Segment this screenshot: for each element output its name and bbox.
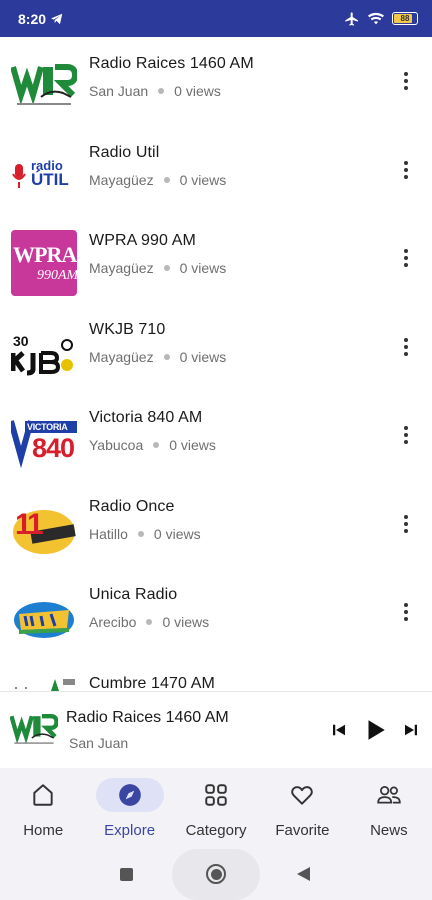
nav-favorite-label: Favorite [275,822,330,839]
station-views: 0 views [153,525,201,542]
people-icon [377,786,401,804]
station-name: Unica Radio [89,586,178,603]
nav-home-label: Home [23,822,64,839]
station-location: Mayagüez [89,348,154,365]
nav-favorite[interactable]: Favorite [259,768,345,849]
separator-dot [163,265,170,271]
station-views: 0 views [174,83,221,99]
station-location: Yabucoa [89,437,144,453]
radio-util-logo: radio ÚTIL [11,141,77,208]
victoria-logo-main: 840 [32,433,75,463]
victoria-logo-top: VICTORIA [27,422,68,432]
nav-explore-label: Explore [104,822,156,839]
radio-once-logo: 11 [11,495,77,562]
skip-previous-icon[interactable] [330,721,348,739]
recents-icon[interactable] [120,868,133,881]
station-location: Mayagüez [89,260,154,276]
station-row[interactable]: Unica Radio Arecibo 0 views [0,568,432,657]
now-playing-title: Radio Raices 1460 AM [66,709,229,726]
compass-icon [118,784,141,806]
more-options-icon[interactable] [400,512,412,536]
nav-category-label: Category [185,822,247,839]
station-name: Radio Util [89,143,160,161]
more-options-icon[interactable] [400,69,412,93]
wifi-icon [368,12,384,24]
station-views: 0 views [179,171,227,188]
nav-explore[interactable]: Explore [86,768,172,849]
more-options-icon[interactable] [400,246,412,270]
station-row[interactable]: 30 WKJB 710 Mayagüez 0 views [0,303,432,392]
nav-home[interactable]: Home [0,768,86,849]
battery-icon: 88 [392,12,418,25]
airplane-mode-icon [345,11,358,26]
station-location: Arecibo [89,614,137,630]
skip-next-icon[interactable] [402,721,420,739]
station-row[interactable]: VICTORIA 840 Victoria 840 AM Yabucoa 0 v… [0,391,432,480]
more-options-icon[interactable] [400,423,412,447]
system-navigation-bar [0,849,432,900]
wpra-logo-sub: 990AM [37,268,77,283]
station-row[interactable]: WPRA 990AM WPRA 990 AM Mayagüez 0 views [0,214,432,303]
station-location: Hatillo [89,525,128,542]
station-views: 0 views [162,614,210,630]
separator-dot [163,176,170,183]
separator-dot [146,619,153,625]
station-location: San Juan [89,83,149,99]
wkjb-logo: 30 [11,318,77,385]
separator-dot [163,353,170,360]
wpra-logo: WPRA 990AM [11,230,77,296]
radio-once-logo-main: 11 [15,507,44,541]
home-icon [33,784,53,806]
home-circle-icon[interactable] [206,864,226,884]
nav-category[interactable]: Category [173,768,259,849]
station-name: WKJB 710 [89,320,166,338]
station-row[interactable]: Radio Raices 1460 AM San Juan 0 views [0,37,432,126]
back-icon[interactable] [297,867,310,881]
heart-icon [291,786,314,805]
station-name: Cumbre 1470 AM [89,674,215,692]
more-options-icon[interactable] [400,600,412,624]
wpra-logo-main: WPRA [13,242,77,267]
separator-dot [158,88,165,94]
nav-news-label: News [370,822,408,839]
radio-util-logo-main: ÚTIL [31,169,69,189]
radio-raices-logo [10,706,58,754]
station-row[interactable]: radio ÚTIL Radio Util Mayagüez 0 views [0,126,432,215]
station-views: 0 views [179,348,227,365]
station-views: 0 views [169,437,216,453]
battery-level: 88 [400,14,410,23]
cumbre-logo [11,672,77,691]
separator-dot [137,530,144,537]
now-playing-location: San Juan [69,735,129,751]
station-location: Mayagüez [89,171,154,188]
mini-player[interactable]: Radio Raices 1460 AM San Juan [0,691,432,768]
separator-dot [153,442,160,448]
station-row[interactable]: 11 Radio Once Hatillo 0 views [0,480,432,569]
station-name: Victoria 840 AM [89,409,203,426]
radio-raices-logo [11,53,77,119]
play-icon[interactable] [362,717,388,743]
bottom-navigation: Home Explore Category Favorite News [0,768,432,849]
station-views: 0 views [179,260,227,276]
nav-news[interactable]: News [346,768,432,849]
more-options-icon[interactable] [400,335,412,359]
victoria-logo: VICTORIA 840 [11,407,77,473]
station-name: Radio Raices 1460 AM [89,55,254,72]
status-time: 8:20 [18,10,47,27]
telegram-icon [51,13,63,24]
station-name: WPRA 990 AM [89,232,196,249]
category-grid-icon [205,784,227,806]
station-list[interactable]: Radio Raices 1460 AM San Juan 0 views ra… [0,37,432,691]
status-bar: 8:20 88 [0,0,432,37]
station-name: Radio Once [89,497,175,515]
station-row[interactable]: Cumbre 1470 AM [0,657,432,692]
more-options-icon[interactable] [400,158,412,182]
wkjb-logo-top: 30 [13,332,29,349]
unica-radio-logo [11,584,77,650]
